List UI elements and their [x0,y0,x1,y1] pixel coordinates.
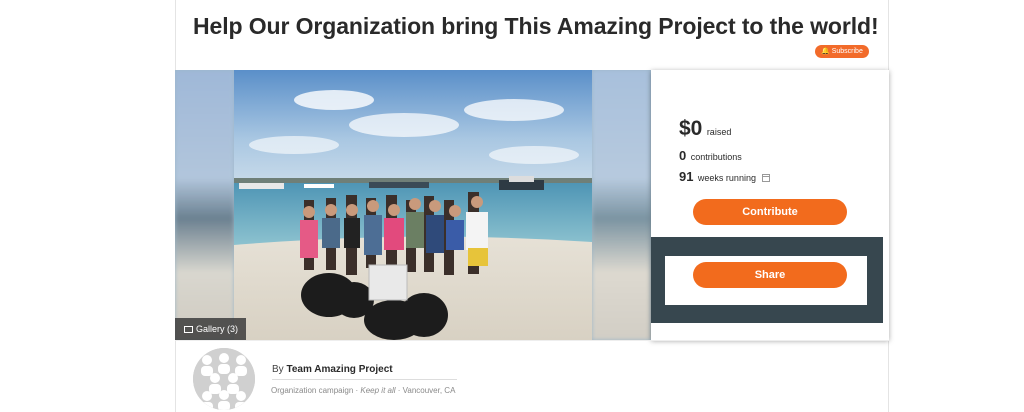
group-avatar-icon [193,348,255,410]
campaign-type: Organization campaign [271,386,354,395]
contribute-button[interactable]: Contribute [693,199,847,225]
contributions-label: contributions [690,152,742,162]
gallery-label: Gallery (3) [196,324,239,334]
campaign-title: Help Our Organization bring This Amazing… [193,13,879,39]
funding-type: Keep it all [360,386,396,395]
campaign-page: Help Our Organization bring This Amazing… [0,0,1024,412]
campaign-photo [234,70,592,340]
weeks-stat: 91 weeks running [679,168,771,186]
campaign-meta: Organization campaign · Keep it all · Va… [271,386,456,395]
contributions-stat: 0 contributions [679,147,742,165]
raised-amount: $0 [679,117,703,140]
campaign-media[interactable] [175,70,651,340]
share-button[interactable]: Share [693,262,847,288]
author-name-link[interactable]: Team Amazing Project [286,364,392,375]
image-blur-left [175,70,234,340]
byline-divider [272,379,457,380]
by-prefix: By [272,364,284,375]
weeks-label: weeks running [697,173,756,183]
image-blur-right [592,70,651,340]
author-divider [175,340,889,341]
gallery-button[interactable]: Gallery (3) [175,318,246,340]
calendar-icon [762,174,771,182]
campaign-location: Vancouver, CA [402,386,456,395]
gallery-icon [184,326,193,333]
author-byline: By Team Amazing Project [272,364,393,375]
subscribe-button[interactable]: 🔔 Subscribe [815,45,869,58]
raised-stat: $0 raised [679,117,731,141]
weeks-count: 91 [679,169,694,184]
raised-label: raised [706,127,732,137]
subscribe-label: Subscribe [831,48,863,55]
avatar[interactable] [193,348,255,410]
bell-icon: 🔔 [821,48,830,55]
contributions-count: 0 [679,148,687,163]
